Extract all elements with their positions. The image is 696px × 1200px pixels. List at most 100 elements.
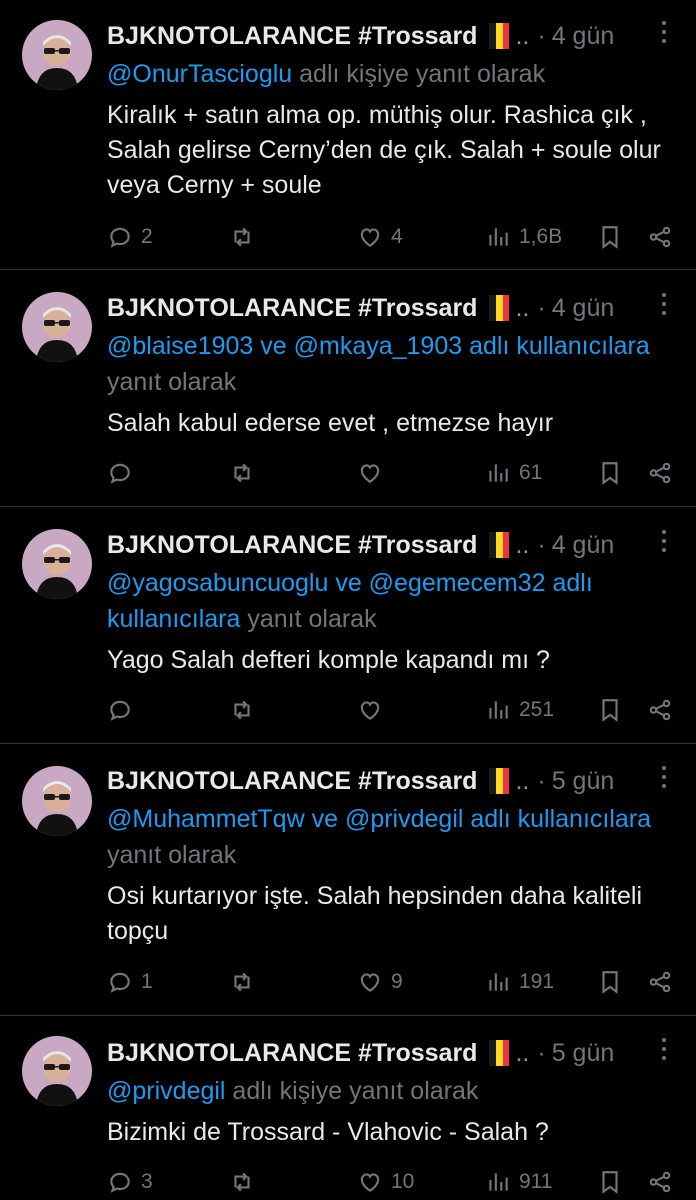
views-button[interactable]: 251 xyxy=(485,692,554,728)
reply-button[interactable]: 2 xyxy=(107,219,153,255)
tweet[interactable]: BJKNOTOLARANCE #Trossard .. · 4 gün @Onu… xyxy=(0,0,696,270)
bookmark-button[interactable] xyxy=(597,692,623,728)
reply-count: 2 xyxy=(141,225,153,248)
action-bar: 251 xyxy=(107,692,682,728)
share-button[interactable] xyxy=(647,964,673,1000)
reply-button[interactable] xyxy=(107,455,141,491)
more-icon[interactable] xyxy=(654,521,674,561)
author-name[interactable]: BJKNOTOLARANCE #Trossard xyxy=(107,531,477,560)
tweet[interactable]: BJKNOTOLARANCE #Trossard .. · 5 gün @Muh… xyxy=(0,744,696,1016)
timestamp[interactable]: 5 gün xyxy=(552,1039,615,1068)
retweet-icon xyxy=(234,1172,250,1192)
bookmark-button[interactable] xyxy=(597,964,623,1000)
retweet-icon xyxy=(234,227,250,247)
mention-link[interactable]: @OnurTascioglu xyxy=(107,60,292,88)
bookmark-button[interactable] xyxy=(597,1164,623,1200)
timestamp[interactable]: 5 gün xyxy=(552,767,615,796)
share-button[interactable] xyxy=(647,455,673,491)
retweet-icon xyxy=(234,463,250,483)
views-count: 251 xyxy=(519,698,555,721)
mention-link[interactable]: @blaise1903 ve @mkaya_1903 adlı kullanıc… xyxy=(107,332,650,360)
views-button[interactable]: 191 xyxy=(485,964,554,1000)
timestamp[interactable]: 4 gün xyxy=(552,22,615,51)
share-icon xyxy=(649,971,671,993)
bookmark-icon xyxy=(602,462,618,485)
views-button[interactable]: 911 xyxy=(485,1164,552,1200)
bookmark-button[interactable] xyxy=(597,455,623,491)
reply-button[interactable]: 1 xyxy=(107,964,153,1000)
like-count: 4 xyxy=(391,225,403,248)
reply-button[interactable]: 3 xyxy=(107,1164,153,1200)
mention-link[interactable]: @privdegil xyxy=(107,1077,225,1105)
tweet[interactable]: BJKNOTOLARANCE #Trossard .. · 5 gün @pri… xyxy=(0,1016,696,1200)
like-button[interactable]: 4 xyxy=(357,219,403,255)
like-button[interactable] xyxy=(357,692,391,728)
avatar[interactable] xyxy=(22,529,92,599)
bookmark-icon xyxy=(602,1171,618,1194)
tweet[interactable]: BJKNOTOLARANCE #Trossard .. · 4 gün @yag… xyxy=(0,507,696,744)
reply-context: @privdegil adlı kişiye yanıt olarak xyxy=(107,1073,678,1109)
author-name[interactable]: BJKNOTOLARANCE #Trossard xyxy=(107,294,477,323)
like-icon xyxy=(360,973,380,992)
author-name[interactable]: BJKNOTOLARANCE #Trossard xyxy=(107,1039,477,1068)
timestamp[interactable]: 4 gün xyxy=(552,531,615,560)
like-button[interactable]: 10 xyxy=(357,1164,414,1200)
more-icon[interactable] xyxy=(654,757,674,797)
like-count: 9 xyxy=(391,970,403,993)
share-icon xyxy=(649,699,671,721)
author-name[interactable]: BJKNOTOLARANCE #Trossard xyxy=(107,767,477,796)
separator: · xyxy=(537,530,546,559)
avatar[interactable] xyxy=(22,292,92,362)
views-button[interactable]: 1,6B xyxy=(485,219,562,255)
truncation: .. xyxy=(515,766,530,795)
share-button[interactable] xyxy=(647,1164,673,1200)
flag-icon xyxy=(489,1040,510,1066)
like-button[interactable]: 9 xyxy=(357,964,403,1000)
avatar[interactable] xyxy=(22,1036,92,1106)
retweet-button[interactable] xyxy=(229,692,263,728)
tweet-text: Salah kabul ederse evet , etmezse hayır xyxy=(107,409,554,437)
reply-icon xyxy=(110,463,130,484)
reply-icon xyxy=(110,972,130,993)
reply-button[interactable] xyxy=(107,692,141,728)
tweet-header: BJKNOTOLARANCE #Trossard .. · 5 gün xyxy=(107,1033,678,1073)
truncation: .. xyxy=(515,1038,530,1067)
retweet-button[interactable] xyxy=(229,455,263,491)
like-button[interactable] xyxy=(357,455,391,491)
bookmark-button[interactable] xyxy=(597,219,623,255)
retweet-button[interactable] xyxy=(229,219,263,255)
retweet-button[interactable] xyxy=(229,964,263,1000)
mention-link[interactable]: @MuhammetTqw ve @privdegil adlı kullanıc… xyxy=(107,805,651,833)
tweet-header: BJKNOTOLARANCE #Trossard .. · 4 gün xyxy=(107,288,678,328)
share-button[interactable] xyxy=(647,219,673,255)
views-button[interactable]: 61 xyxy=(485,455,542,491)
bookmark-icon xyxy=(602,699,618,722)
timestamp[interactable]: 4 gün xyxy=(552,294,615,323)
truncation: .. xyxy=(515,21,530,50)
avatar[interactable] xyxy=(22,766,92,836)
avatar[interactable] xyxy=(22,20,92,90)
reply-context-text: yanıt olarak xyxy=(107,841,237,869)
reply-context-text: yanıt olarak xyxy=(107,368,237,396)
author-name[interactable]: BJKNOTOLARANCE #Trossard xyxy=(107,22,477,51)
share-icon xyxy=(649,462,671,484)
reply-count: 3 xyxy=(141,1170,153,1193)
tweet-header: BJKNOTOLARANCE #Trossard .. · 5 gün xyxy=(107,761,678,801)
views-icon xyxy=(489,228,508,246)
more-icon[interactable] xyxy=(654,284,674,324)
views-count: 1,6B xyxy=(519,225,563,248)
retweet-button[interactable] xyxy=(229,1164,263,1200)
reply-context: @OnurTascioglu adlı kişiye yanıt olarak xyxy=(107,56,678,92)
reply-count: 1 xyxy=(141,970,153,993)
more-icon[interactable] xyxy=(654,1029,674,1069)
flag-icon xyxy=(489,295,510,321)
views-count: 61 xyxy=(519,461,543,484)
tweet[interactable]: BJKNOTOLARANCE #Trossard .. · 4 gün @bla… xyxy=(0,270,696,507)
action-bar: 1 9 191 xyxy=(107,964,682,1000)
like-icon xyxy=(360,464,380,483)
truncation: .. xyxy=(515,530,530,559)
retweet-icon xyxy=(234,972,250,992)
more-icon[interactable] xyxy=(654,12,674,52)
share-button[interactable] xyxy=(647,692,673,728)
reply-icon xyxy=(110,227,130,248)
